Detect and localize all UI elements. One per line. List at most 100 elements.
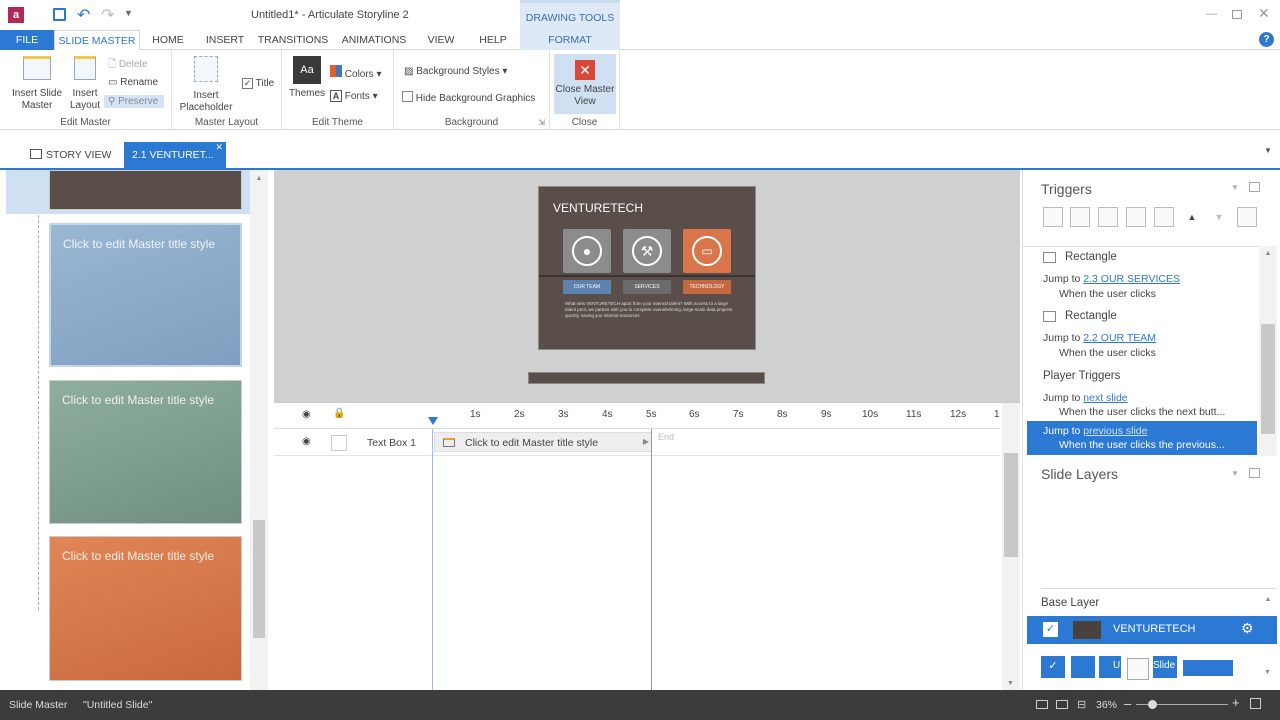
layer-settings-icon[interactable]: ⚙ — [1241, 620, 1254, 637]
fonts-button[interactable]: A Fonts ▾ — [330, 90, 378, 102]
trigger-object-checkbox[interactable] — [1043, 252, 1056, 263]
trigger-target-link[interactable]: 2.3 OUR SERVICES — [1083, 273, 1180, 285]
services-icon[interactable]: ⚒ — [623, 229, 671, 273]
themes-button[interactable]: Aa Themes — [288, 56, 326, 100]
lock-column-icon[interactable]: 🔒 — [333, 408, 345, 419]
close-master-view-button[interactable]: ✕ Close Master View — [554, 54, 616, 114]
timeline-scrollbar-thumb[interactable] — [1004, 453, 1018, 557]
layers-scroll-down-icon[interactable]: ▼ — [1264, 669, 1271, 676]
trigger-item[interactable]: Jump to 2.3 OUR SERVICES — [1043, 273, 1180, 285]
tab-file[interactable]: FILE — [0, 30, 54, 50]
selected-trigger-item[interactable]: Jump to previous slide When the user cli… — [1027, 421, 1257, 455]
undo-icon[interactable]: ↶ — [77, 5, 90, 25]
trigger-item[interactable]: Jump to 2.2 OUR TEAM — [1043, 332, 1156, 344]
layout-thumbnail[interactable]: Click to edit Master title style — [49, 223, 242, 367]
layer-visible-checkbox[interactable]: ✓ — [1041, 656, 1065, 678]
visibility-column-icon[interactable]: ◉ — [302, 409, 311, 420]
thumbnail-scrollbar[interactable]: ▲ — [250, 170, 268, 690]
tab-menu-icon[interactable]: ▼ — [1264, 146, 1272, 155]
save-icon[interactable] — [53, 8, 66, 21]
redo-icon[interactable]: ↷ — [101, 5, 114, 25]
story-view-tab[interactable]: STORY VIEW — [24, 144, 118, 168]
tab-animations[interactable]: ANIMATIONS — [338, 30, 410, 50]
scrollbar-thumb[interactable] — [253, 520, 265, 638]
base-layer-row[interactable]: ✓ VENTURETECH ⚙ — [1027, 616, 1277, 644]
hide-background-graphics-checkbox[interactable]: Hide Background Graphics — [402, 91, 535, 104]
maximize-icon[interactable] — [1232, 10, 1242, 19]
services-slide-button[interactable]: SERVICES — [623, 280, 671, 294]
current-slide-tab[interactable]: 2.1 VENTURET... ✕ — [124, 142, 226, 170]
layer-visible-checkbox[interactable]: ✓ — [1043, 622, 1058, 637]
layers-scroll-up-icon[interactable]: ▲ — [1259, 596, 1277, 603]
technology-icon[interactable]: ▭ — [683, 229, 731, 273]
fit-view-icon[interactable]: ⊟ — [1077, 698, 1086, 711]
technology-slide-button[interactable]: TECHNOLOGY — [683, 280, 731, 294]
fit-window-icon[interactable] — [1250, 698, 1261, 709]
new-trigger-icon[interactable] — [1043, 207, 1063, 227]
timeline-row[interactable]: ◉ Text Box 1 Click to edit Master title … — [274, 430, 1000, 456]
timeline-end-marker[interactable]: End — [658, 432, 674, 442]
triggers-scrollbar-thumb[interactable] — [1261, 324, 1275, 434]
minimize-icon[interactable]: — — [1206, 8, 1217, 20]
paste-trigger-icon[interactable] — [1126, 207, 1146, 227]
layout-thumbnail[interactable] — [49, 170, 242, 210]
grid-view-icon[interactable] — [1056, 700, 1068, 709]
tab-insert[interactable]: INSERT — [202, 30, 248, 50]
layers-undock-icon[interactable] — [1249, 468, 1260, 478]
delete-button[interactable]: 🗋 Delete — [108, 57, 148, 74]
edit-trigger-icon[interactable] — [1070, 207, 1090, 227]
title-checkbox[interactable]: ✓ Title — [242, 78, 274, 89]
background-dialog-launcher-icon[interactable]: ⇲ — [538, 118, 545, 127]
tab-slide-master[interactable]: SLIDE MASTER — [54, 30, 140, 50]
tab-format[interactable]: FORMAT — [520, 30, 620, 50]
triggers-scrollbar[interactable]: ▲ — [1259, 246, 1277, 456]
layers-collapse-icon[interactable]: ▼ — [1231, 469, 1239, 478]
insert-slide-master-button[interactable]: Insert Slide Master — [6, 56, 68, 112]
dragged-layer-row[interactable]: ✓ U Slide — [1041, 656, 1235, 680]
normal-view-icon[interactable] — [1036, 700, 1048, 709]
trigger-target-link[interactable]: 2.2 OUR TEAM — [1083, 332, 1156, 344]
trigger-item[interactable]: Jump to next slide — [1043, 392, 1128, 404]
our-team-slide-button[interactable]: OUR TEAM — [563, 280, 611, 294]
tab-help[interactable]: HELP — [476, 30, 510, 50]
copy-trigger-icon[interactable] — [1098, 207, 1118, 227]
close-window-icon[interactable]: ✕ — [1258, 5, 1270, 22]
layers-scrollbar[interactable]: ▲ ▼ — [1259, 590, 1277, 680]
timeline-scroll-down-icon[interactable]: ▼ — [1007, 680, 1014, 687]
trigger-object-checkbox[interactable] — [1043, 311, 1056, 322]
zoom-slider[interactable] — [1136, 700, 1228, 709]
timeline-object-bar[interactable]: Click to edit Master title style ▶ — [434, 432, 652, 452]
delete-trigger-icon[interactable] — [1154, 207, 1174, 227]
timeline-scrollbar[interactable]: ▼ — [1002, 403, 1020, 691]
trigger-settings-icon[interactable] — [1237, 207, 1257, 227]
move-up-icon[interactable]: ▲ — [1182, 207, 1202, 227]
team-icon[interactable]: ● — [563, 229, 611, 273]
zoom-out-button[interactable]: – — [1124, 696, 1131, 711]
zoom-in-button[interactable]: + — [1232, 695, 1240, 710]
background-styles-button[interactable]: ▨ Background Styles ▾ — [404, 66, 507, 77]
help-icon[interactable]: ? — [1259, 32, 1274, 47]
layout-thumbnail[interactable]: Click to edit Master title style — [49, 536, 242, 681]
trigger-target-link[interactable]: previous slide — [1083, 425, 1147, 437]
tab-transitions[interactable]: TRANSITIONS — [256, 30, 330, 50]
colors-button[interactable]: Colors ▾ — [330, 65, 382, 80]
insert-placeholder-button[interactable]: Insert Placeholder — [174, 56, 238, 114]
move-down-icon[interactable]: ▼ — [1209, 207, 1229, 227]
close-tab-icon[interactable]: ✕ — [215, 134, 223, 160]
rename-button[interactable]: ▭ Rename — [108, 77, 158, 88]
tab-view[interactable]: VIEW — [424, 30, 458, 50]
trigger-target-link[interactable]: next slide — [1083, 392, 1127, 404]
zoom-slider-thumb[interactable] — [1148, 700, 1157, 709]
layout-thumbnail[interactable]: Click to edit Master title style — [49, 380, 242, 524]
bar-expand-icon[interactable]: ▶ — [643, 437, 649, 446]
tab-home[interactable]: HOME — [146, 30, 190, 50]
paste-layer-icon[interactable] — [1127, 658, 1149, 680]
row-lock-checkbox[interactable] — [331, 435, 347, 451]
preserve-button[interactable]: ⚲ Preserve — [104, 95, 164, 108]
slide-canvas[interactable]: VENTURETECH ● ⚒ ▭ OUR TEAM SERVICES TECH… — [538, 186, 756, 350]
customize-toolbar-icon[interactable]: ▼ — [124, 8, 133, 18]
scroll-up-icon[interactable]: ▲ — [250, 175, 268, 182]
row-visibility-icon[interactable]: ◉ — [302, 436, 311, 447]
insert-layout-button[interactable]: Insert Layout — [66, 56, 104, 112]
triggers-scroll-up-icon[interactable]: ▲ — [1259, 250, 1277, 257]
